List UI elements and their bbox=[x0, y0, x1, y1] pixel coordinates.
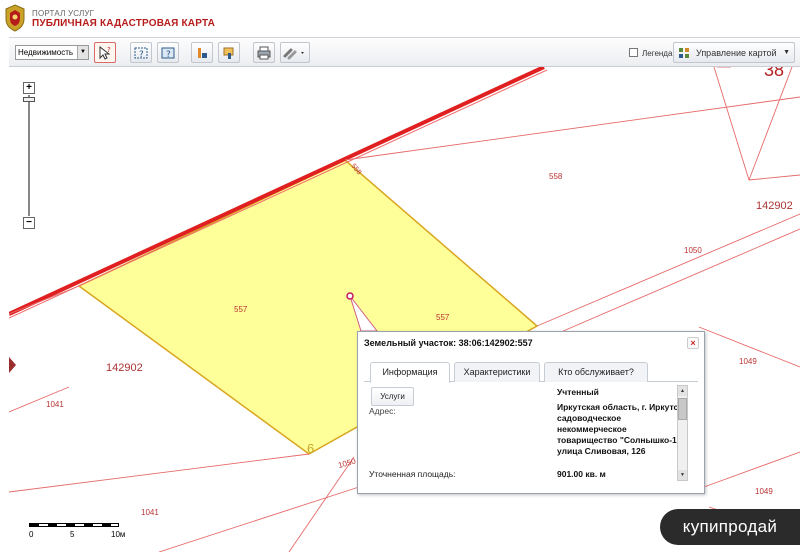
map-control-label: Управление картой bbox=[696, 48, 777, 58]
scale-bar bbox=[29, 523, 119, 527]
map-label-142902-right: 142902 bbox=[756, 200, 793, 212]
popup-scrollbar[interactable]: ▲ ▼ bbox=[677, 385, 688, 481]
legend-label: Легенда bbox=[642, 49, 673, 58]
tab-characteristics[interactable]: Характеристики bbox=[454, 362, 540, 382]
cadastral-map-app: ПОРТАЛ УСЛУГ ПУБЛИЧНАЯ КАДАСТРОВАЯ КАРТА… bbox=[0, 0, 800, 552]
svg-text:?: ? bbox=[107, 46, 111, 54]
map-label-558: 558 bbox=[549, 172, 563, 181]
map-toolbar: Недвижимость ▼ ? ? ? Легенда Управление … bbox=[9, 37, 800, 67]
address-value: Иркутская область, г. Иркутск, садоводче… bbox=[557, 402, 685, 456]
layer-select-value: Недвижимость bbox=[18, 48, 74, 57]
map-label-1050-right: 1050 bbox=[684, 246, 702, 255]
zoom-track[interactable] bbox=[28, 95, 30, 216]
services-button[interactable]: Услуги bbox=[371, 387, 414, 406]
grid-icon bbox=[679, 48, 690, 59]
info-panel-button[interactable]: ? bbox=[157, 42, 179, 63]
map-label-142902-left: 142902 bbox=[106, 362, 143, 374]
popup-info-body: Адрес: Услуги Учтенный Иркутская область… bbox=[366, 384, 694, 484]
layer-select[interactable]: Недвижимость ▼ bbox=[15, 45, 89, 60]
area-tool-button[interactable] bbox=[218, 42, 240, 63]
zoom-in-button[interactable]: + bbox=[23, 82, 35, 94]
ruler-icon bbox=[198, 48, 207, 58]
status-value: Учтенный bbox=[557, 387, 599, 397]
scale-label-5: 5 bbox=[70, 530, 75, 539]
scroll-thumb[interactable] bbox=[678, 398, 687, 420]
selected-point-marker bbox=[346, 292, 354, 300]
chain-link-icon bbox=[283, 48, 304, 60]
scroll-down-icon[interactable]: ▼ bbox=[678, 470, 687, 480]
chevron-down-icon: ▼ bbox=[77, 46, 88, 59]
scroll-up-icon[interactable]: ▲ bbox=[678, 386, 687, 396]
coat-of-arms-icon bbox=[5, 4, 25, 32]
zoom-slider-handle[interactable] bbox=[23, 97, 35, 102]
print-button[interactable] bbox=[253, 42, 275, 63]
search-info-button[interactable]: ? bbox=[130, 42, 152, 63]
area-value: 901.00 кв. м bbox=[557, 469, 606, 479]
map-label-6: 6 bbox=[307, 441, 314, 456]
printer-icon bbox=[257, 46, 271, 60]
close-icon[interactable]: × bbox=[687, 337, 699, 349]
map-label-1041-left: 1041 bbox=[46, 400, 64, 409]
map-label-557-right: 557 bbox=[436, 313, 450, 322]
map-control-dropdown[interactable]: Управление картой ▼ bbox=[673, 42, 795, 63]
scale-label-0: 0 bbox=[29, 530, 34, 539]
map-label-1050-bottom: 1050 bbox=[337, 456, 357, 469]
area-select-icon bbox=[223, 47, 234, 59]
map-label-38: 38 bbox=[764, 67, 784, 80]
tab-who-serves[interactable]: Кто обслуживает? bbox=[544, 362, 648, 382]
side-panel-toggle[interactable] bbox=[9, 357, 16, 373]
cursor-question-icon: ? bbox=[99, 45, 111, 60]
scale-label-10: 10м bbox=[111, 530, 126, 539]
zoom-out-button[interactable]: − bbox=[23, 217, 35, 229]
link-button[interactable] bbox=[280, 42, 310, 63]
portal-header: ПОРТАЛ УСЛУГ ПУБЛИЧНАЯ КАДАСТРОВАЯ КАРТА bbox=[0, 0, 800, 36]
chevron-down-icon: ▼ bbox=[783, 49, 790, 56]
parcel-info-popup: Земельный участок: 38:06:142902:557 × Ин… bbox=[357, 331, 705, 494]
page-title[interactable]: ПУБЛИЧНАЯ КАДАСТРОВАЯ КАРТА bbox=[32, 18, 215, 29]
map-label-1049-upper: 1049 bbox=[739, 357, 757, 366]
legend-checkbox[interactable] bbox=[629, 48, 638, 57]
measure-button[interactable] bbox=[191, 42, 213, 63]
info-window-icon: ? bbox=[161, 47, 175, 60]
portal-name: ПОРТАЛ УСЛУГ bbox=[32, 9, 95, 18]
identify-tool-button[interactable]: ? bbox=[94, 42, 116, 63]
svg-text:?: ? bbox=[166, 50, 171, 60]
svg-text:?: ? bbox=[139, 50, 144, 60]
watermark-logo: купипродай bbox=[660, 509, 800, 545]
popup-title: Земельный участок: 38:06:142902:557 bbox=[364, 338, 533, 348]
map-label-557-left: 557 bbox=[234, 305, 248, 314]
address-label: Адрес: bbox=[369, 406, 396, 416]
map-label-1041-bottom: 1041 bbox=[141, 508, 159, 517]
area-label: Уточненная площадь: bbox=[369, 469, 456, 479]
map-label-1049-lower: 1049 bbox=[755, 487, 773, 496]
popup-tabs: Информация Характеристики Кто обслуживае… bbox=[364, 360, 698, 383]
tab-information[interactable]: Информация bbox=[370, 362, 450, 383]
question-search-icon: ? bbox=[134, 47, 148, 60]
